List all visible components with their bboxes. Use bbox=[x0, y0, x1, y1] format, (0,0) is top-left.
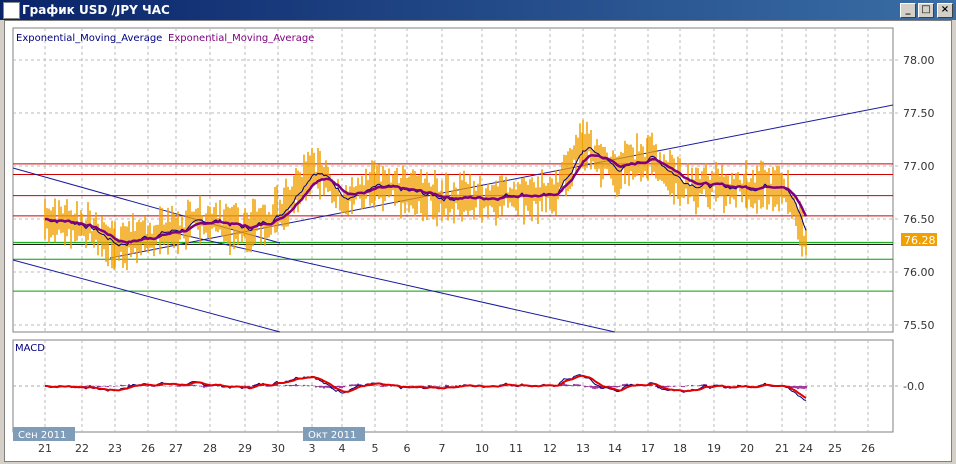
month-label: Окт 2011 bbox=[308, 430, 356, 441]
ema-slow-legend: Exponential_Moving_Average bbox=[168, 33, 314, 44]
date-label: 25 bbox=[828, 442, 842, 455]
date-label: 19 bbox=[707, 442, 721, 455]
macd-axis-label: -0.0 bbox=[903, 380, 924, 393]
price-axis-label: 76.00 bbox=[903, 266, 935, 279]
date-label: 7 bbox=[439, 442, 446, 455]
date-label: 29 bbox=[238, 442, 252, 455]
price-axis-label: 78.00 bbox=[903, 54, 935, 67]
date-label: 14 bbox=[608, 442, 622, 455]
date-label: 4 bbox=[339, 442, 346, 455]
date-label: 6 bbox=[404, 442, 411, 455]
date-label: 23 bbox=[108, 442, 122, 455]
price-axis-label: 75.50 bbox=[903, 319, 935, 332]
macd-legend: MACD bbox=[15, 343, 45, 354]
month-label: Сен 2011 bbox=[18, 430, 66, 441]
date-label: 18 bbox=[673, 442, 687, 455]
date-label: 26 bbox=[141, 442, 155, 455]
date-label: 30 bbox=[271, 442, 285, 455]
price-axis-label: 76.50 bbox=[903, 213, 935, 226]
date-label: 21 bbox=[775, 442, 789, 455]
date-label: 17 bbox=[641, 442, 655, 455]
ema-fast-legend: Exponential_Moving_Average bbox=[16, 33, 162, 44]
current-price-label: 76.28 bbox=[904, 234, 936, 247]
date-label: 11 bbox=[509, 442, 523, 455]
date-label: 27 bbox=[169, 442, 183, 455]
price-axis-label: 77.50 bbox=[903, 107, 935, 120]
date-label: 21 bbox=[38, 442, 52, 455]
date-label: 20 bbox=[740, 442, 754, 455]
date-label: 12 bbox=[543, 442, 557, 455]
date-label: 28 bbox=[203, 442, 217, 455]
price-axis-label: 77.00 bbox=[903, 160, 935, 173]
date-label: 10 bbox=[475, 442, 489, 455]
date-label: 26 bbox=[861, 442, 875, 455]
date-label: 13 bbox=[576, 442, 590, 455]
date-label: 22 bbox=[75, 442, 89, 455]
date-label: 3 bbox=[309, 442, 316, 455]
date-label: 24 bbox=[799, 442, 813, 455]
price-chart[interactable]: 21 22 23 26 27 28 29 30 3 4 5 6 7 10 11 12 13 14 17 18 19 20 2… bbox=[0, 0, 956, 464]
date-label: 5 bbox=[372, 442, 379, 455]
